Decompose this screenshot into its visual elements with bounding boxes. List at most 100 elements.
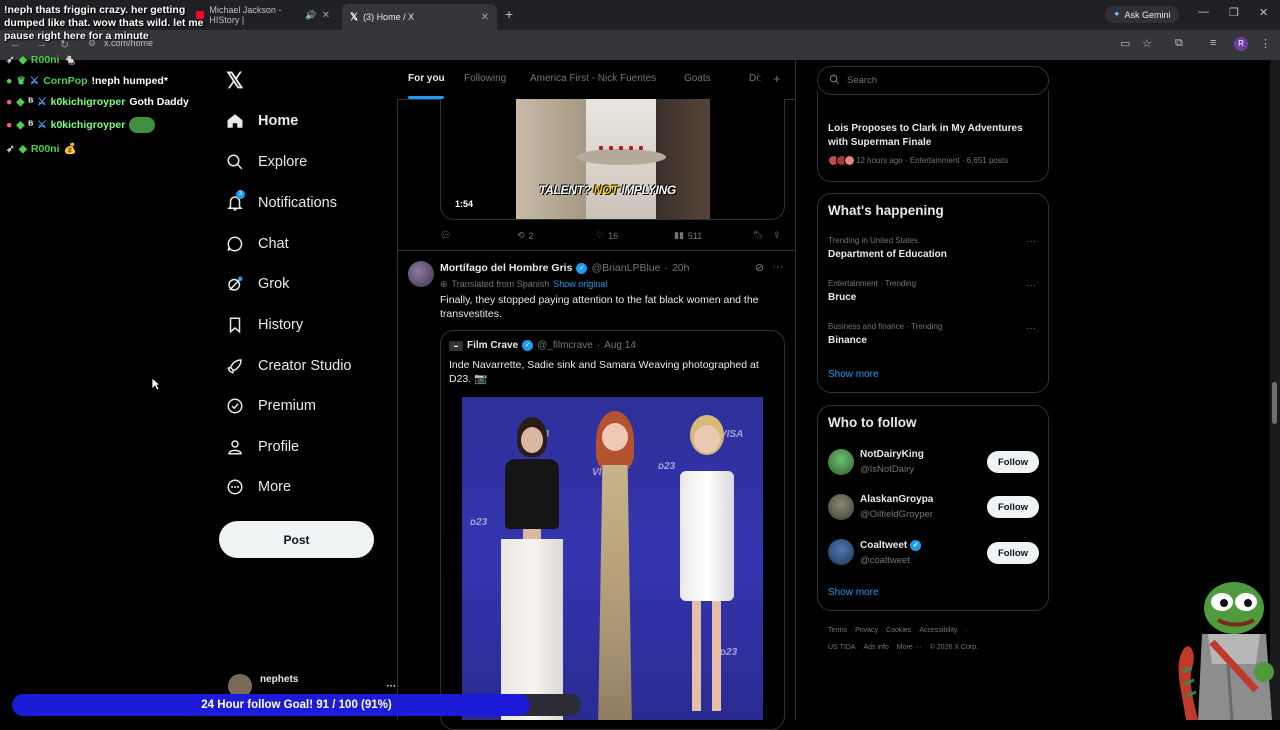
- follow-name-text: AlaskanGroypa: [860, 494, 934, 505]
- gem-icon: ◆: [16, 119, 25, 131]
- more-dots-icon[interactable]: ···: [772, 261, 783, 274]
- follow-button[interactable]: Follow: [987, 542, 1039, 564]
- post-separator: [397, 250, 795, 251]
- rocket-icon: [226, 357, 244, 375]
- nav-notifications[interactable]: 3 Notifications: [226, 190, 337, 212]
- nav-label: Creator Studio: [258, 358, 352, 374]
- emote-icon: 🐁: [63, 54, 77, 66]
- close-window-icon[interactable]: ✕: [1259, 6, 1268, 19]
- scrollbar-thumb[interactable]: [1272, 382, 1277, 424]
- tab-di[interactable]: Di:: [749, 73, 761, 84]
- account-name: nephets: [260, 673, 299, 685]
- verified-badge-icon: ✓: [910, 540, 922, 551]
- trend-more-icon[interactable]: ···: [1026, 236, 1036, 247]
- crown-icon: ♛: [16, 75, 26, 87]
- more-dots-icon[interactable]: ···: [386, 681, 396, 692]
- nav-premium[interactable]: Premium: [226, 397, 316, 415]
- close-tab-icon[interactable]: ✕: [481, 12, 489, 23]
- tab-following[interactable]: Following: [464, 73, 506, 84]
- tab-for-you[interactable]: For you: [408, 73, 445, 84]
- menu-kebab-icon[interactable]: ⋮: [1260, 37, 1271, 50]
- footer-link[interactable]: US TIDA: [828, 644, 856, 651]
- nav-chat[interactable]: Chat: [226, 235, 289, 253]
- mouse-cursor-icon: [151, 377, 161, 391]
- author-name[interactable]: Mortífago del Hombre Gris: [440, 262, 572, 274]
- post-time[interactable]: 20h: [672, 262, 690, 274]
- grok-post-icon[interactable]: ⊘: [755, 261, 764, 274]
- footer-link[interactable]: Cookies: [886, 627, 911, 634]
- nav-label: Grok: [258, 276, 290, 292]
- tab-america-first[interactable]: America First - Nick Fuentes: [530, 73, 656, 84]
- follow-name[interactable]: AlaskanGroypa: [860, 494, 933, 505]
- restore-icon[interactable]: ❐: [1229, 6, 1239, 19]
- follow-button[interactable]: Follow: [987, 496, 1039, 518]
- cast-icon[interactable]: ▭: [1120, 37, 1130, 50]
- show-original-link[interactable]: Show original: [553, 279, 607, 290]
- video-media[interactable]: TALENT? NOT IMPLYING 1:54: [440, 99, 785, 220]
- show-more-link[interactable]: Show more: [828, 587, 879, 598]
- nav-home[interactable]: Home: [226, 112, 298, 130]
- footer-link[interactable]: Terms: [828, 627, 847, 634]
- trend-name[interactable]: Bruce: [828, 292, 856, 303]
- reading-list-icon[interactable]: ≡: [1210, 37, 1216, 49]
- close-tab-icon[interactable]: ✕: [322, 10, 330, 21]
- nav-creator-studio[interactable]: Creator Studio: [226, 357, 352, 375]
- like-button[interactable]: ♡ 16: [596, 230, 618, 241]
- verified-icon: [226, 397, 244, 415]
- nav-label: Notifications: [258, 195, 337, 211]
- tab-goats[interactable]: Goats: [684, 73, 711, 84]
- trend-more-icon[interactable]: ···: [1026, 280, 1036, 291]
- b-badge-icon: ᴮ: [28, 96, 34, 108]
- grok-icon: [226, 275, 244, 293]
- footer-link[interactable]: Accessibility: [919, 627, 957, 634]
- footer-link[interactable]: More ···: [897, 644, 922, 651]
- extensions-icon[interactable]: ⧉: [1175, 37, 1183, 50]
- follow-name[interactable]: Coaltweet ✓: [860, 540, 922, 551]
- x-logo-icon[interactable]: 𝕏: [226, 68, 244, 94]
- trend-name[interactable]: Department of Education: [828, 249, 947, 260]
- bookmark-star-icon[interactable]: ☆: [1142, 37, 1152, 50]
- nav-grok[interactable]: Grok: [226, 275, 289, 293]
- pepe-badge-icon: ●: [6, 75, 13, 87]
- post-button[interactable]: Post: [219, 521, 374, 558]
- share-button[interactable]: ⇪: [773, 230, 781, 241]
- nav-history[interactable]: History: [226, 316, 303, 334]
- nav-more[interactable]: More: [226, 478, 291, 496]
- like-count: 16: [608, 230, 619, 241]
- photo-person: [672, 415, 742, 720]
- post-text: Finally, they stopped paying attention t…: [440, 294, 759, 320]
- show-more-link[interactable]: Show more: [828, 369, 879, 380]
- follow-name[interactable]: NotDairyKing: [860, 449, 924, 460]
- avatar[interactable]: [828, 494, 854, 520]
- follow-name-text: NotDairyKing: [860, 449, 924, 460]
- repost-button[interactable]: ⟲ 2: [517, 230, 534, 241]
- ask-gemini-button[interactable]: ✦ Ask Gemini: [1105, 6, 1179, 23]
- new-tab-button[interactable]: +: [505, 6, 513, 22]
- avatar[interactable]: [828, 449, 854, 475]
- nav-profile[interactable]: Profile: [226, 438, 299, 456]
- verified-badge-icon: ✓: [576, 262, 588, 274]
- reply-button[interactable]: 💬︎: [440, 230, 451, 241]
- bookmark-button[interactable]: 🔖︎: [753, 230, 764, 241]
- quote-photo[interactable]: ᴅ23 VISA ᴅ23 VISA ᴅ23 VISA ᴅ23: [462, 397, 763, 720]
- footer-link[interactable]: Ads info: [864, 644, 889, 651]
- add-tab-icon[interactable]: +: [773, 71, 781, 86]
- trend-more-icon[interactable]: ···: [1026, 323, 1036, 334]
- nav-explore[interactable]: Explore: [226, 153, 307, 171]
- footer-link: ·: [965, 627, 968, 634]
- minimize-icon[interactable]: —: [1198, 6, 1209, 18]
- photo-person: [582, 411, 648, 720]
- views-button[interactable]: ▮▮ 511: [674, 230, 702, 241]
- caption-word: IMPLYING: [621, 183, 676, 197]
- news-title[interactable]: Lois Proposes to Clark in My Adventures …: [828, 122, 1043, 150]
- who-to-follow-title: Who to follow: [828, 415, 917, 430]
- chat-user: R00ni: [30, 142, 60, 155]
- footer-link[interactable]: Privacy: [855, 627, 878, 634]
- author-handle[interactable]: @BrianLPBlue: [591, 262, 660, 274]
- avatar[interactable]: [408, 261, 434, 287]
- avatar[interactable]: [828, 539, 854, 565]
- follow-button[interactable]: Follow: [987, 451, 1039, 473]
- profile-avatar[interactable]: R: [1234, 37, 1248, 51]
- tab-x-home[interactable]: 𝕏 (3) Home / X ✕: [342, 4, 497, 30]
- trend-name[interactable]: Binance: [828, 335, 867, 346]
